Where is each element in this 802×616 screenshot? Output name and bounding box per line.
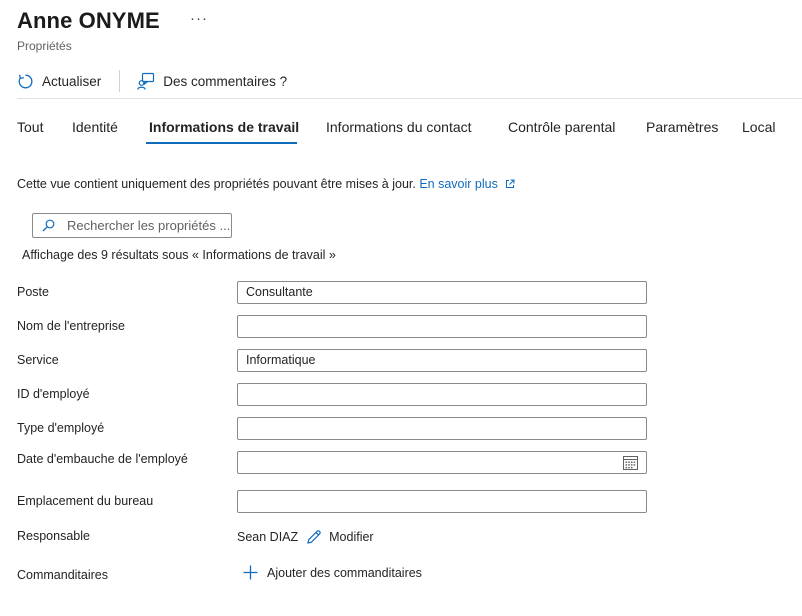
divider xyxy=(17,98,802,99)
poste-field[interactable]: Consultante xyxy=(237,281,647,304)
manager-label: Responsable xyxy=(17,529,90,543)
service-field[interactable]: Informatique xyxy=(237,349,647,372)
external-link-icon xyxy=(506,179,515,188)
toolbar-divider xyxy=(119,70,121,92)
info-message: Cette vue contient uniquement des propri… xyxy=(17,177,420,191)
active-tab-indicator xyxy=(146,142,297,144)
tab-tout[interactable]: Tout xyxy=(17,119,43,135)
page-subtitle: Propriétés xyxy=(17,39,72,53)
type-employe-label: Type d'employé xyxy=(17,421,105,435)
entreprise-field[interactable] xyxy=(237,315,647,338)
tab-local[interactable]: Local xyxy=(742,119,775,135)
refresh-label: Actualiser xyxy=(42,73,102,89)
more-options-button[interactable]: ··· xyxy=(190,10,208,27)
calendar-icon[interactable] xyxy=(623,455,638,470)
feedback-label: Des commentaires ? xyxy=(163,73,288,89)
entreprise-label: Nom de l'entreprise xyxy=(17,319,125,333)
refresh-icon xyxy=(18,74,33,88)
add-sponsors-label: Ajouter des commanditaires xyxy=(267,565,422,580)
info-text: Cette vue contient uniquement des propri… xyxy=(17,177,515,191)
modify-button[interactable]: Modifier xyxy=(329,530,373,544)
manager-name: Sean DIAZ xyxy=(237,530,299,544)
service-label: Service xyxy=(17,353,59,367)
manager-value: Sean DIAZ Modifier xyxy=(237,529,374,545)
search-placeholder: Rechercher les propriétés ... xyxy=(67,218,231,233)
tab-identite[interactable]: Identité xyxy=(72,119,118,135)
results-count: Affichage des 9 résultats sous « Informa… xyxy=(22,248,336,262)
plus-icon xyxy=(243,565,258,580)
search-input[interactable]: Rechercher les propriétés ... xyxy=(32,213,232,238)
date-embauche-field[interactable] xyxy=(237,451,647,474)
tab-controle-parental[interactable]: Contrôle parental xyxy=(508,119,615,135)
page-title: Anne ONYME xyxy=(17,8,160,33)
type-employe-field[interactable] xyxy=(237,417,647,440)
feedback-button[interactable]: Des commentaires ? xyxy=(137,72,287,90)
tab-informations-de-travail[interactable]: Informations de travail xyxy=(149,119,299,135)
search-icon xyxy=(42,219,55,232)
refresh-button[interactable]: Actualiser xyxy=(17,73,101,90)
add-sponsors-button[interactable]: Ajouter des commanditaires xyxy=(243,565,422,580)
date-embauche-label: Date d'embauche de l'employé xyxy=(17,452,188,466)
sponsors-label: Commanditaires xyxy=(17,568,109,582)
learn-more-link[interactable]: En savoir plus xyxy=(419,177,515,191)
edit-icon[interactable] xyxy=(306,529,322,545)
id-employe-label: ID d'employé xyxy=(17,387,90,401)
bureau-label: Emplacement du bureau xyxy=(17,494,154,508)
poste-label: Poste xyxy=(17,285,49,299)
command-bar: Actualiser Des commentaires ? xyxy=(17,68,287,94)
tab-informations-du-contact[interactable]: Informations du contact xyxy=(326,119,472,135)
tab-parametres[interactable]: Paramètres xyxy=(646,119,718,135)
bureau-field[interactable] xyxy=(237,490,647,513)
id-employe-field[interactable] xyxy=(237,383,647,406)
feedback-icon xyxy=(137,72,155,90)
